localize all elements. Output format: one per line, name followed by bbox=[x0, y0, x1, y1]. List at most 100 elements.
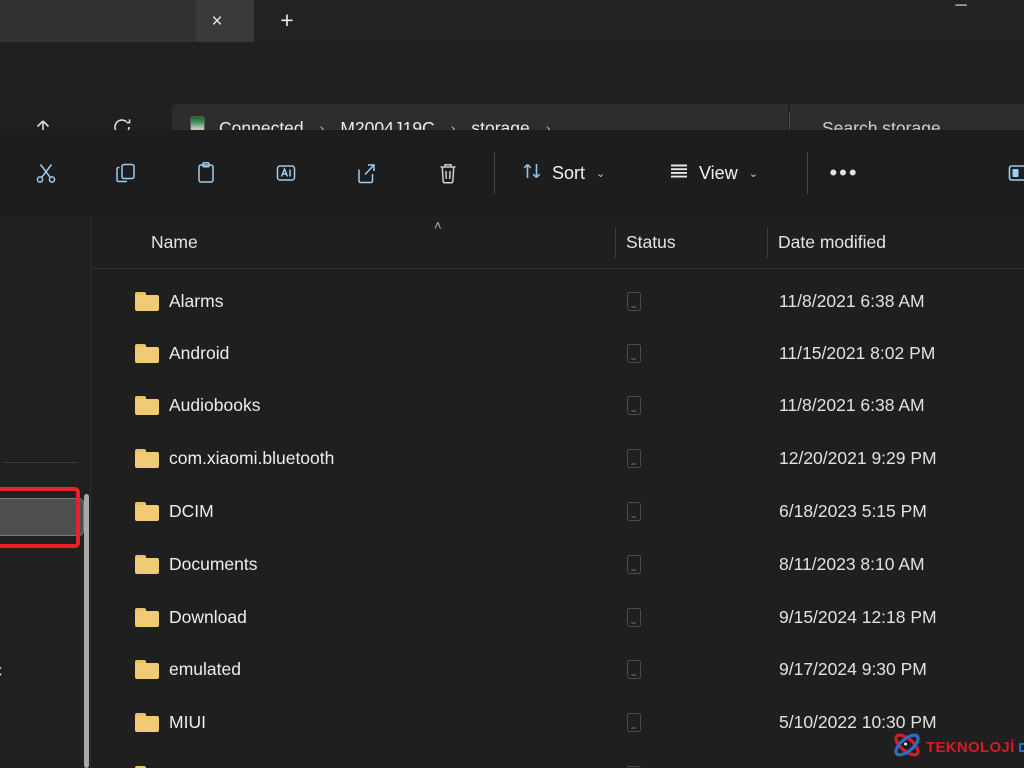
file-name: Android bbox=[169, 342, 230, 363]
table-row[interactable]: com.xiaomi.bluetooth 12/20/2021 9:29 PM bbox=[91, 432, 1024, 484]
table-row[interactable]: Download 9/15/2024 12:18 PM bbox=[91, 591, 1024, 643]
sidebar-item-local-disk-c[interactable]: ...sk (C:) bbox=[0, 340, 84, 378]
file-date: 9/15/2024 12:18 PM bbox=[779, 606, 937, 627]
table-row[interactable]: Movies bbox=[91, 749, 1024, 768]
column-header-date-modified[interactable]: Date modified bbox=[778, 216, 886, 269]
view-list-icon bbox=[668, 160, 690, 187]
table-row[interactable]: Audiobooks 11/8/2021 6:38 AM bbox=[91, 379, 1024, 431]
toolbar-divider bbox=[807, 152, 808, 194]
file-explorer-window: × + ─ Connected › M2004J19C › storage › bbox=[0, 0, 1024, 768]
sidebar-item-camera-roll[interactable]: ...Roll bbox=[0, 393, 84, 431]
sidebar-item-dropbox[interactable]: ...pbox bbox=[0, 551, 84, 589]
folder-icon bbox=[135, 291, 159, 311]
address-bar: Connected › M2004J19C › storage › Search… bbox=[0, 42, 1024, 152]
share-icon[interactable] bbox=[342, 150, 390, 196]
sort-label: Sort bbox=[552, 162, 586, 183]
file-date: 5/10/2022 10:30 PM bbox=[779, 711, 937, 732]
cut-icon[interactable] bbox=[22, 150, 70, 196]
file-name: Movies bbox=[169, 765, 224, 768]
column-divider bbox=[767, 227, 768, 258]
sort-ascending-icon: ˄ bbox=[434, 218, 442, 233]
table-row[interactable]: Android 11/15/2021 8:02 PM bbox=[91, 327, 1024, 379]
file-date: 9/17/2024 9:30 PM bbox=[779, 658, 927, 679]
table-row[interactable]: Documents 8/11/2023 8:10 AM bbox=[91, 538, 1024, 590]
folder-icon bbox=[135, 501, 159, 521]
file-list-pane: Name ˄ Status Date modified Alarms 11/8/… bbox=[91, 216, 1024, 768]
details-pane-icon[interactable] bbox=[996, 150, 1024, 196]
view-label: View bbox=[699, 162, 738, 183]
device-icon bbox=[627, 554, 641, 574]
device-icon bbox=[627, 659, 641, 679]
paste-icon[interactable] bbox=[182, 150, 230, 196]
table-row[interactable]: DCIM 6/18/2023 5:15 PM bbox=[91, 485, 1024, 537]
file-name: emulated bbox=[169, 658, 241, 679]
watermark-suffix-icon bbox=[1018, 743, 1024, 752]
folder-icon bbox=[135, 607, 159, 627]
file-name: DCIM bbox=[169, 500, 214, 521]
file-date: 11/15/2021 8:02 PM bbox=[779, 342, 936, 363]
file-date: 8/11/2023 8:10 AM bbox=[779, 553, 925, 574]
column-divider bbox=[615, 227, 616, 258]
sort-icon bbox=[521, 160, 543, 187]
device-icon bbox=[627, 712, 641, 732]
table-row[interactable]: Alarms 11/8/2021 6:38 AM bbox=[91, 275, 1024, 327]
teknoloji-logo-icon bbox=[892, 731, 922, 764]
more-options-button[interactable]: ••• bbox=[818, 150, 870, 196]
table-row[interactable]: MIUI 5/10/2022 10:30 PM bbox=[91, 696, 1024, 748]
tab-close-icon[interactable]: × bbox=[202, 6, 232, 36]
device-icon bbox=[627, 607, 641, 627]
file-name: Alarms bbox=[169, 290, 224, 311]
folder-icon bbox=[135, 395, 159, 415]
delete-icon[interactable] bbox=[424, 150, 472, 196]
file-date: 11/8/2021 6:38 AM bbox=[779, 394, 925, 415]
device-icon bbox=[627, 291, 641, 311]
selection-highlight-box bbox=[0, 487, 80, 548]
navigation-sidebar[interactable]: ...ots ...2 ...sk (C:) ...Roll ...19C ..… bbox=[0, 216, 90, 768]
column-header-status-label: Status bbox=[626, 232, 676, 252]
rename-icon[interactable] bbox=[262, 150, 310, 196]
watermark-text: TEKNOLOJİ bbox=[926, 739, 1015, 756]
device-icon bbox=[627, 448, 641, 468]
sidebar-item-screenshots[interactable]: ...ots bbox=[0, 234, 84, 272]
column-header-name-label: Name bbox=[151, 232, 198, 252]
file-date: 6/18/2023 5:15 PM bbox=[779, 500, 927, 521]
tab-strip: × + ─ bbox=[0, 0, 1024, 42]
file-name: Documents bbox=[169, 553, 258, 574]
view-button[interactable]: View ⌄ bbox=[660, 150, 766, 196]
column-header-date-label: Date modified bbox=[778, 232, 886, 252]
column-header-status[interactable]: Status bbox=[626, 216, 676, 269]
new-tab-button[interactable]: + bbox=[270, 4, 304, 36]
sort-button[interactable]: Sort ⌄ bbox=[513, 150, 613, 196]
chevron-down-icon: ⌄ bbox=[596, 167, 606, 180]
column-header-name[interactable]: Name ˄ bbox=[151, 216, 442, 269]
sidebar-divider bbox=[4, 462, 78, 463]
minimize-button[interactable]: ─ bbox=[938, 0, 984, 22]
tab-inactive[interactable] bbox=[0, 0, 196, 42]
column-headers: Name ˄ Status Date modified bbox=[91, 216, 1024, 269]
sidebar-item-label: ...ve (D:) C bbox=[0, 662, 2, 682]
toolbar-divider bbox=[494, 152, 495, 194]
file-name: com.xiaomi.bluetooth bbox=[169, 447, 335, 468]
file-date: 12/20/2021 9:29 PM bbox=[779, 447, 937, 468]
device-icon bbox=[627, 501, 641, 521]
file-date: 11/8/2021 6:38 AM bbox=[779, 290, 925, 311]
chevron-down-icon: ⌄ bbox=[748, 167, 758, 180]
watermark: TEKNOLOJİ bbox=[892, 731, 1024, 764]
folder-icon bbox=[135, 343, 159, 363]
folder-icon bbox=[135, 448, 159, 468]
sidebar-item-drive-d[interactable]: ...ve (D:) C bbox=[0, 653, 84, 691]
sidebar-scrollbar[interactable] bbox=[84, 494, 89, 768]
sidebar-item-2[interactable]: ...2 bbox=[0, 287, 84, 325]
device-icon bbox=[627, 343, 641, 363]
file-name: MIUI bbox=[169, 711, 206, 732]
file-rows: Alarms 11/8/2021 6:38 AM Android 11/15/2… bbox=[91, 269, 1024, 768]
folder-icon bbox=[135, 554, 159, 574]
device-icon bbox=[627, 395, 641, 415]
copy-icon[interactable] bbox=[102, 150, 150, 196]
command-bar bbox=[0, 130, 1024, 216]
tab-strip-empty-area bbox=[254, 0, 1024, 42]
table-row[interactable]: emulated 9/17/2024 9:30 PM bbox=[91, 643, 1024, 695]
folder-icon bbox=[135, 659, 159, 679]
folder-icon bbox=[135, 712, 159, 732]
file-name: Download bbox=[169, 606, 247, 627]
